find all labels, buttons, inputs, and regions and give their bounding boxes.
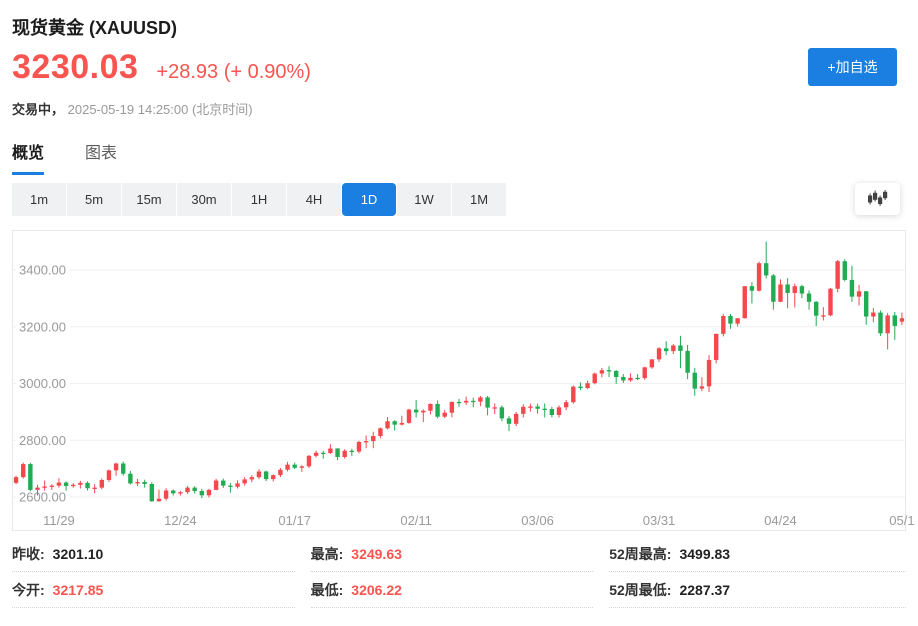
svg-text:03/31: 03/31 bbox=[643, 513, 676, 528]
current-price: 3230.03 bbox=[12, 48, 138, 87]
svg-text:3400.00: 3400.00 bbox=[19, 263, 66, 278]
svg-text:2800.00: 2800.00 bbox=[19, 433, 66, 448]
svg-text:11/29: 11/29 bbox=[43, 513, 75, 528]
status-row: 交易中， 2025-05-19 14:25:00 (北京时间) bbox=[12, 99, 253, 118]
svg-text:12/24: 12/24 bbox=[164, 513, 197, 528]
tab-bar: 概览 图表 bbox=[12, 139, 117, 175]
stat-prev-close: 昨收: 3201.10 bbox=[12, 536, 295, 572]
stat-open: 今开: 3217.85 bbox=[12, 572, 295, 608]
range-1w[interactable]: 1W bbox=[397, 183, 451, 216]
stats-column: 最高: 3249.63 最低: 3206.22 bbox=[311, 536, 594, 608]
svg-text:3000.00: 3000.00 bbox=[19, 376, 66, 391]
candlestick-chart: 3400.00 3200.00 3000.00 2800.00 2600.00 11/29… bbox=[0, 230, 918, 532]
price-change: +28.93 (+ 0.90%) bbox=[156, 61, 311, 84]
chart-toolbar: 1m 5m 15m 30m 1H 4H 1D 1W 1M bbox=[12, 183, 906, 216]
range-5m[interactable]: 5m bbox=[67, 183, 121, 216]
add-watchlist-button[interactable]: +加自选 bbox=[808, 48, 897, 86]
stat-high: 最高: 3249.63 bbox=[311, 536, 594, 572]
page-title: 现货黄金 (XAUUSD) bbox=[12, 14, 177, 40]
range-4h[interactable]: 4H bbox=[287, 183, 341, 216]
range-1d[interactable]: 1D bbox=[342, 183, 396, 216]
svg-text:01/17: 01/17 bbox=[278, 513, 311, 528]
svg-text:3200.00: 3200.00 bbox=[19, 319, 66, 334]
range-1m-month[interactable]: 1M bbox=[452, 183, 506, 216]
price-row: 3230.03 +28.93 (+ 0.90%) bbox=[12, 48, 311, 87]
candlestick-icon bbox=[867, 190, 888, 209]
range-1h[interactable]: 1H bbox=[232, 183, 286, 216]
trading-status: 交易中， bbox=[12, 102, 64, 117]
svg-text:03/06: 03/06 bbox=[521, 513, 554, 528]
tab-overview[interactable]: 概览 bbox=[12, 139, 44, 175]
stat-low: 最低: 3206.22 bbox=[311, 572, 594, 608]
quote-page: 现货黄金 (XAUUSD) 3230.03 +28.93 (+ 0.90%) +… bbox=[0, 0, 918, 626]
quote-timestamp: 2025-05-19 14:25:00 (北京时间) bbox=[68, 102, 253, 117]
range-1m[interactable]: 1m bbox=[12, 183, 66, 216]
svg-text:2600.00: 2600.00 bbox=[19, 490, 66, 505]
stat-52w-high: 52周最高: 3499.83 bbox=[609, 536, 906, 572]
svg-text:02/11: 02/11 bbox=[400, 513, 432, 528]
stats-column: 昨收: 3201.10 今开: 3217.85 bbox=[12, 536, 295, 608]
stats-column: 52周最高: 3499.83 52周最低: 2287.37 bbox=[609, 536, 906, 608]
stats-panel: 昨收: 3201.10 今开: 3217.85 最高: 3249.63 最低: … bbox=[12, 536, 906, 608]
range-30m[interactable]: 30m bbox=[177, 183, 231, 216]
svg-text:05/1: 05/1 bbox=[889, 513, 914, 528]
svg-text:04/24: 04/24 bbox=[764, 513, 797, 528]
stat-52w-low: 52周最低: 2287.37 bbox=[609, 572, 906, 608]
tab-chart[interactable]: 图表 bbox=[85, 139, 117, 175]
range-15m[interactable]: 15m bbox=[122, 183, 176, 216]
range-selector: 1m 5m 15m 30m 1H 4H 1D 1W 1M bbox=[12, 183, 506, 216]
chart-type-button[interactable] bbox=[855, 183, 900, 215]
